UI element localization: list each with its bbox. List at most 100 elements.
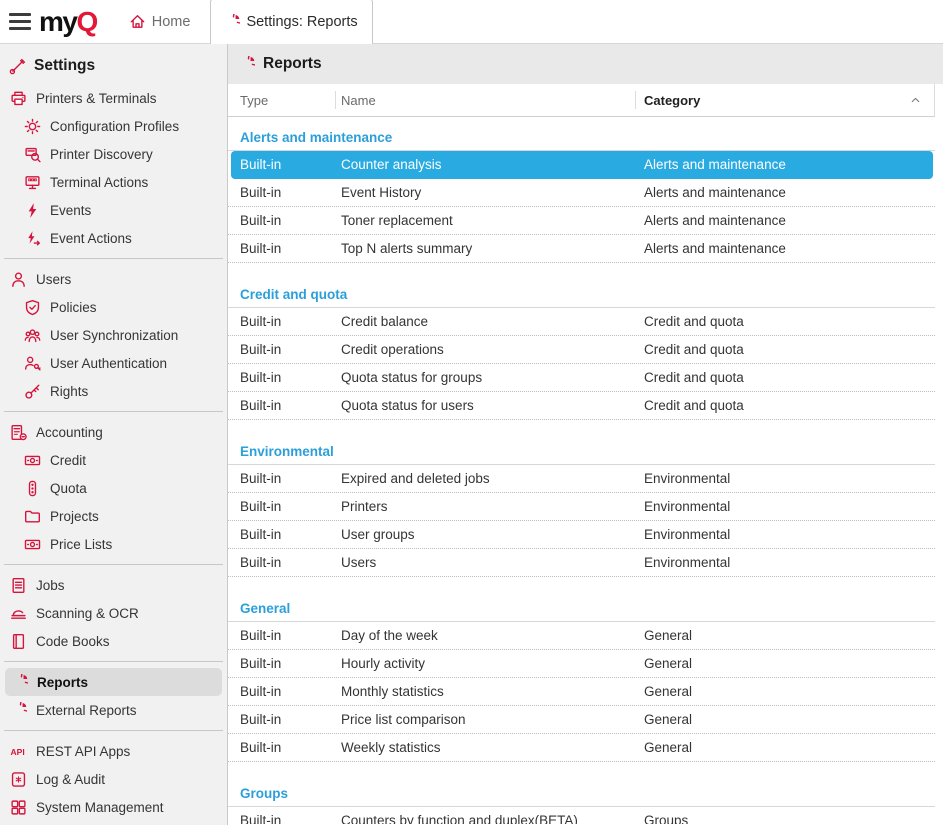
sidebar-divider <box>4 411 223 412</box>
gear-icon <box>23 118 41 135</box>
sidebar-item-rights[interactable]: Rights <box>0 377 227 405</box>
sidebar-item-external-reports[interactable]: External Reports <box>0 696 227 724</box>
sidebar-item-events[interactable]: Events <box>0 196 227 224</box>
tab-home[interactable]: Home <box>123 0 205 44</box>
cell-name: Toner replacement <box>341 213 644 228</box>
printer-search-icon <box>23 146 41 163</box>
report-row-toner-replacement[interactable]: Built-inToner replacementAlerts and main… <box>228 207 935 235</box>
sidebar-item-policies[interactable]: Policies <box>0 293 227 321</box>
sidebar-item-scanning-ocr[interactable]: Scanning & OCR <box>0 599 227 627</box>
sidebar-item-quota[interactable]: Quota <box>0 474 227 502</box>
report-row-counter-analysis[interactable]: Built-inCounter analysisAlerts and maint… <box>231 151 933 179</box>
traffic-light-icon <box>23 480 41 497</box>
column-header-name[interactable]: Name <box>335 84 635 116</box>
grid-icon <box>9 799 27 816</box>
report-row-counters-by-function-and-duplex-beta[interactable]: Built-inCounters by function and duplex(… <box>228 807 935 824</box>
cell-name: Counter analysis <box>341 157 644 172</box>
sidebar-item-label: Credit <box>50 453 86 468</box>
group-heading: Credit and quota <box>240 287 943 302</box>
sidebar-item-printers-terminals[interactable]: Printers & Terminals <box>0 84 227 112</box>
sidebar-item-credit[interactable]: Credit <box>0 446 227 474</box>
sort-ascending-icon <box>909 94 922 107</box>
page-header: Reports <box>228 44 943 84</box>
sidebar-item-log-audit[interactable]: Log & Audit <box>0 765 227 793</box>
sidebar-item-event-actions[interactable]: Event Actions <box>0 224 227 252</box>
cell-type: Built-in <box>240 471 341 486</box>
myq-logo[interactable]: my Q <box>39 8 97 36</box>
cell-name: Expired and deleted jobs <box>341 471 644 486</box>
sidebar-item-label: Reports <box>37 675 88 690</box>
cell-type: Built-in <box>240 499 341 514</box>
sidebar-item-jobs[interactable]: Jobs <box>0 571 227 599</box>
sidebar-item-user-authentication[interactable]: User Authentication <box>0 349 227 377</box>
sidebar-item-user-synchronization[interactable]: User Synchronization <box>0 321 227 349</box>
report-row-user-groups[interactable]: Built-inUser groupsEnvironmental <box>228 521 935 549</box>
cell-type: Built-in <box>240 813 341 824</box>
terminal-icon <box>23 174 41 191</box>
cell-type: Built-in <box>240 684 341 699</box>
sidebar-item-label: Quota <box>50 481 87 496</box>
cell-category: Credit and quota <box>644 342 935 357</box>
sidebar-title: Settings <box>0 44 227 84</box>
sidebar-item-accounting[interactable]: Accounting <box>0 418 227 446</box>
sidebar-divider <box>4 661 223 662</box>
cell-category: Alerts and maintenance <box>644 157 933 172</box>
sidebar-item-reports[interactable]: Reports <box>5 668 222 696</box>
sidebar-item-label: Accounting <box>36 425 103 440</box>
report-row-credit-balance[interactable]: Built-inCredit balanceCredit and quota <box>228 308 935 336</box>
tab-home-label: Home <box>152 14 191 30</box>
report-row-weekly-statistics[interactable]: Built-inWeekly statisticsGeneral <box>228 734 935 762</box>
report-row-event-history[interactable]: Built-inEvent HistoryAlerts and maintena… <box>228 179 935 207</box>
sidebar-item-label: Projects <box>50 509 99 524</box>
report-group-credit-and-quota: Credit and quota Built-inCredit balanceCr… <box>228 263 943 420</box>
report-row-users[interactable]: Built-inUsersEnvironmental <box>228 549 935 577</box>
cell-type: Built-in <box>240 185 341 200</box>
api-icon: API <box>9 743 27 760</box>
sidebar-item-configuration-profiles[interactable]: Configuration Profiles <box>0 112 227 140</box>
report-row-quota-status-for-groups[interactable]: Built-inQuota status for groupsCredit an… <box>228 364 935 392</box>
cell-category: Groups <box>644 813 935 824</box>
tab-settings-reports[interactable]: Settings: Reports <box>210 0 372 44</box>
cell-category: General <box>644 740 935 755</box>
column-header-category[interactable]: Category <box>635 84 934 116</box>
report-row-monthly-statistics[interactable]: Built-inMonthly statisticsGeneral <box>228 678 935 706</box>
sidebar-item-label: Printer Discovery <box>50 147 153 162</box>
sidebar-item-label: User Authentication <box>50 356 167 371</box>
cell-name: Monthly statistics <box>341 684 644 699</box>
hamburger-menu-icon[interactable] <box>9 13 31 30</box>
sidebar-item-terminal-actions[interactable]: Terminal Actions <box>0 168 227 196</box>
group-heading: General <box>240 601 943 616</box>
report-row-top-n-alerts-summary[interactable]: Built-inTop N alerts summaryAlerts and m… <box>228 235 935 263</box>
sidebar-item-label: System Management <box>36 800 164 815</box>
pie-icon <box>9 702 27 719</box>
settings-tools-icon <box>9 58 26 75</box>
report-row-printers[interactable]: Built-inPrintersEnvironmental <box>228 493 935 521</box>
reports-table-body: Alerts and maintenanceBuilt-inCounter an… <box>228 117 943 824</box>
user-icon <box>9 271 27 288</box>
sidebar-item-projects[interactable]: Projects <box>0 502 227 530</box>
sidebar-item-label: REST API Apps <box>36 744 130 759</box>
sidebar-item-code-books[interactable]: Code Books <box>0 627 227 655</box>
sidebar-item-price-lists[interactable]: Price Lists <box>0 530 227 558</box>
sidebar-item-rest-api-apps[interactable]: API REST API Apps <box>0 737 227 765</box>
cell-type: Built-in <box>240 656 341 671</box>
cell-name: Hourly activity <box>341 656 644 671</box>
cell-type: Built-in <box>240 712 341 727</box>
report-row-price-list-comparison[interactable]: Built-inPrice list comparisonGeneral <box>228 706 935 734</box>
user-key-icon <box>23 355 41 372</box>
cell-category: General <box>644 628 935 643</box>
sidebar-item-label: User Synchronization <box>50 328 178 343</box>
pie-chart-icon <box>238 56 255 73</box>
sidebar-item-system-management[interactable]: System Management <box>0 793 227 821</box>
logo-text-my: my <box>39 8 76 36</box>
column-header-type[interactable]: Type <box>228 84 335 116</box>
sidebar-item-label: Log & Audit <box>36 772 105 787</box>
report-row-day-of-the-week[interactable]: Built-inDay of the weekGeneral <box>228 622 935 650</box>
sidebar-item-printer-discovery[interactable]: Printer Discovery <box>0 140 227 168</box>
book-icon <box>9 633 27 650</box>
sidebar-item-users[interactable]: Users <box>0 265 227 293</box>
report-row-credit-operations[interactable]: Built-inCredit operationsCredit and quot… <box>228 336 935 364</box>
report-row-expired-and-deleted-jobs[interactable]: Built-inExpired and deleted jobsEnvironm… <box>228 465 935 493</box>
report-row-quota-status-for-users[interactable]: Built-inQuota status for usersCredit and… <box>228 392 935 420</box>
report-row-hourly-activity[interactable]: Built-inHourly activityGeneral <box>228 650 935 678</box>
